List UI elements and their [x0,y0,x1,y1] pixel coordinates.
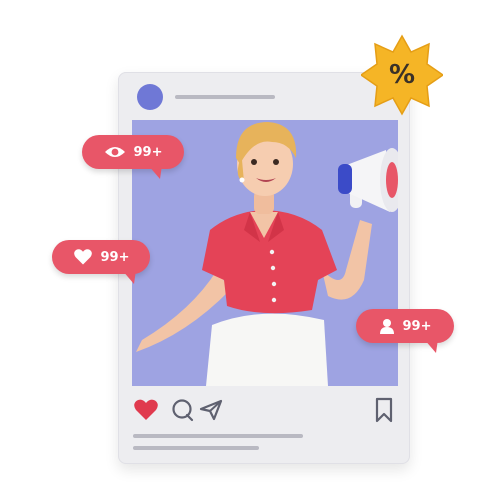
followers-count: 99+ [402,318,432,334]
views-bubble: 99+ [82,135,184,169]
percent-symbol: % [388,60,416,90]
followers-bubble: 99+ [356,309,454,343]
eye-icon [104,147,125,157]
username-placeholder [175,95,275,99]
caption-line [133,434,303,438]
bookmark-icon[interactable] [374,397,394,423]
user-icon [379,319,394,334]
bubble-tail [122,270,136,284]
likes-bubble: 99+ [52,240,150,274]
views-count: 99+ [133,144,163,160]
like-heart-icon[interactable] [133,398,159,422]
comment-icon[interactable] [170,398,194,422]
likes-count: 99+ [100,249,130,265]
bubble-tail [424,339,438,353]
heart-icon [73,249,92,265]
caption-line [133,446,259,450]
share-send-icon[interactable] [199,399,223,421]
discount-badge: % [359,34,445,116]
avatar[interactable] [137,84,163,110]
bubble-tail [148,165,162,179]
